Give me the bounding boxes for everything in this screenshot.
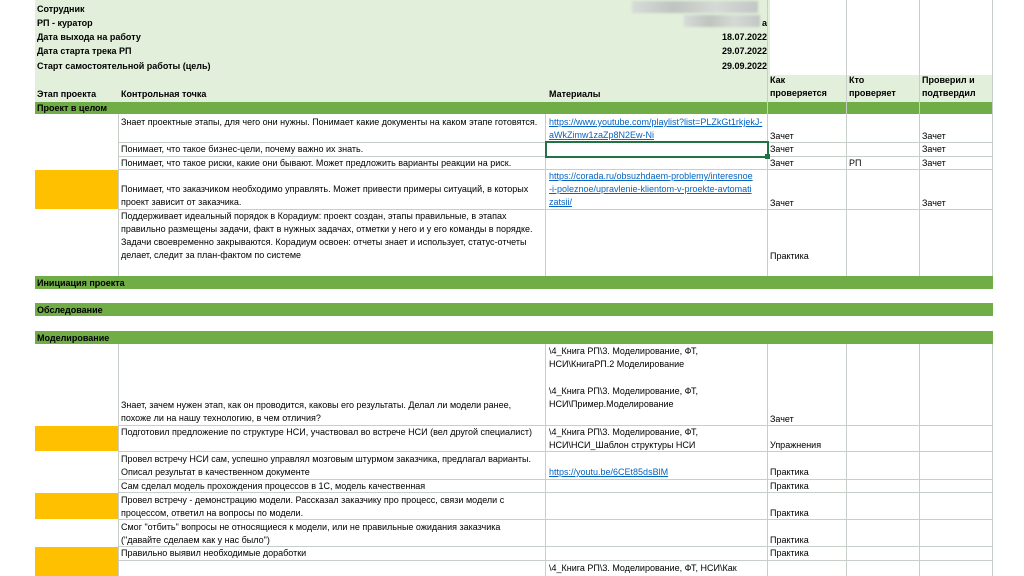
section-band-initiation (35, 276, 993, 289)
self-work-label: Старт самостоятельной работы (цель) (37, 61, 211, 71)
how-cell[interactable]: Зачет (770, 157, 844, 170)
grid-line (992, 344, 993, 576)
track-start-label: Дата старта трека РП (37, 46, 132, 56)
how-cell[interactable]: Практика (770, 250, 844, 263)
materials-link[interactable]: https://youtu.be/6CEt85dsBlM (549, 466, 749, 479)
materials-cell[interactable]: \4_Книга РП\3. Моделирование, ФТ, НСИ\Ка… (549, 562, 765, 575)
how-cell[interactable]: Практика (770, 466, 844, 479)
active-cell-selection[interactable] (545, 141, 769, 158)
grid-line (919, 344, 920, 576)
col-header-checkpoint[interactable]: Контрольная точка (121, 88, 421, 101)
stage-cell[interactable] (35, 547, 118, 576)
verified-cell[interactable]: Зачет (922, 143, 990, 156)
section-band-overall (35, 102, 993, 114)
self-work-date[interactable]: 29.09.2022 (660, 60, 767, 73)
checkpoint-cell[interactable]: Знает проектные этапы, для чего они нужн… (121, 116, 541, 143)
stage-cell[interactable] (35, 426, 118, 451)
col-header-verified[interactable]: Проверил и подтвердил (922, 74, 992, 100)
start-work-label: Дата выхода на работу (37, 32, 141, 42)
how-cell[interactable]: Практика (770, 534, 844, 547)
verified-cell[interactable]: Зачет (922, 197, 990, 210)
who-cell[interactable]: РП (849, 157, 917, 170)
checkpoint-cell[interactable]: Провел встречу НСИ сам, успешно управлял… (121, 453, 541, 479)
grid-line (767, 344, 768, 576)
verified-cell[interactable]: Зачет (922, 130, 990, 143)
col-header-who[interactable]: Кто проверяет (849, 74, 909, 100)
materials-link[interactable]: https://www.youtube.com/playlist?list=PL… (549, 116, 765, 143)
how-cell[interactable]: Зачет (770, 143, 844, 156)
section-label-survey[interactable]: Обследование (37, 304, 103, 317)
grid-line (992, 0, 993, 276)
checkpoint-cell[interactable]: Смог "отбить" вопросы не относящиеся к м… (121, 521, 541, 547)
checkpoint-cell[interactable]: Сам сделал модель прохождения процессов … (121, 480, 541, 493)
checkpoint-cell[interactable]: Понимает, что заказчиком необходимо упра… (121, 183, 541, 209)
how-cell[interactable]: Зачет (770, 413, 844, 426)
grid-line (545, 114, 546, 276)
start-work-date[interactable]: 18.07.2022 (660, 31, 767, 44)
grid-line (118, 560, 992, 561)
col-header-how[interactable]: Как проверяется (770, 74, 840, 100)
section-label-initiation[interactable]: Инициация проекта (37, 277, 125, 290)
checkpoint-cell[interactable]: Знает, зачем нужен этап, как он проводит… (121, 399, 541, 425)
employee-label: Сотрудник (37, 4, 85, 14)
how-cell[interactable]: Практика (770, 480, 844, 493)
grid-line (919, 0, 920, 276)
how-cell[interactable]: Зачет (770, 130, 844, 143)
how-cell[interactable]: Практика (770, 507, 844, 520)
curator-value: а (761, 18, 767, 28)
materials-cell[interactable]: \4_Книга РП\3. Моделирование, ФТ, НСИ\НС… (549, 426, 729, 452)
checkpoint-cell[interactable]: Поддерживает идеальный порядок в Корадиу… (121, 210, 541, 263)
materials-cell[interactable]: \4_Книга РП\3. Моделирование, ФТ, НСИ\Пр… (549, 385, 729, 411)
checkpoint-cell[interactable]: Подготовил предложение по структуре НСИ,… (121, 426, 541, 452)
materials-cell[interactable]: \4_Книга РП\3. Моделирование, ФТ, НСИ\Кн… (549, 345, 729, 371)
section-label-modeling[interactable]: Моделирование (37, 332, 109, 345)
grid-line (118, 344, 119, 576)
curator-label: РП - куратор (37, 18, 93, 28)
section-band-modeling (35, 331, 993, 344)
section-band-survey (35, 303, 993, 316)
checkpoint-cell[interactable]: Понимает, что такое бизнес-цели, почему … (121, 143, 541, 156)
track-start-date[interactable]: 29.07.2022 (660, 45, 767, 58)
checkpoint-cell[interactable]: Правильно выявил необходимые доработки (121, 547, 541, 560)
stage-cell[interactable] (35, 170, 118, 209)
grid-line (545, 344, 546, 576)
redacted-employee-name (632, 1, 758, 13)
grid-line (767, 0, 768, 276)
grid-line (846, 344, 847, 576)
col-header-materials[interactable]: Материалы (549, 88, 749, 101)
how-cell[interactable]: Упражнения (770, 439, 844, 452)
verified-cell[interactable]: Зачет (922, 157, 990, 170)
how-cell[interactable]: Зачет (770, 197, 844, 210)
checkpoint-cell[interactable]: Провел встречу - демонстрацию модели. Ра… (121, 494, 541, 520)
spreadsheet-grid[interactable]: Сотрудник РП - куратор а Дата выхода на … (0, 0, 1024, 576)
col-header-stage[interactable]: Этап проекта (37, 88, 117, 101)
stage-cell[interactable] (35, 493, 118, 519)
checkpoint-cell[interactable]: Понимает, что такое риски, какие они быв… (121, 157, 545, 170)
how-cell[interactable]: Практика (770, 547, 844, 560)
grid-line (118, 114, 119, 276)
section-label-overall[interactable]: Проект в целом (37, 102, 107, 115)
grid-line (846, 0, 847, 276)
materials-link[interactable]: https://corada.ru/obsuzhdaem-problemy/in… (549, 170, 754, 209)
